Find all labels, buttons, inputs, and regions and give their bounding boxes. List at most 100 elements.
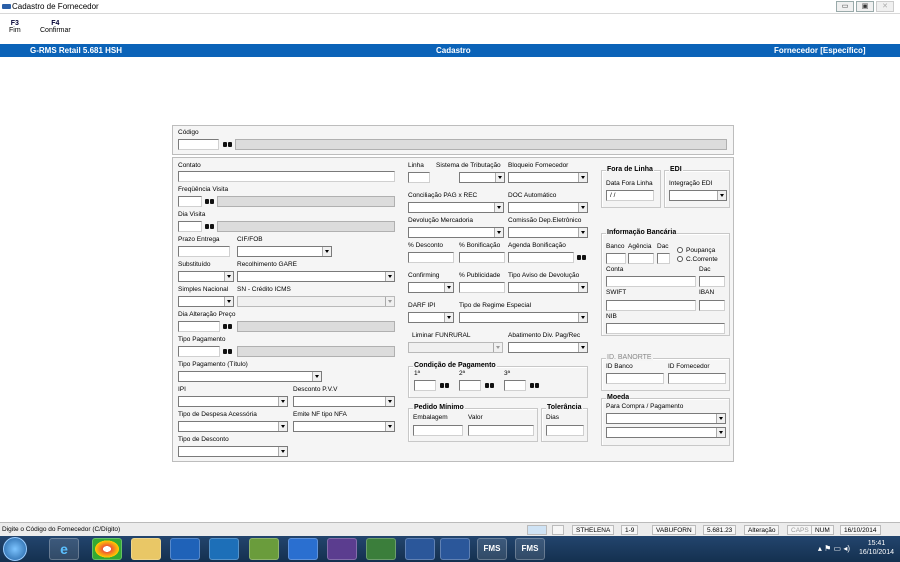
pct-bonif-input[interactable] [459, 252, 505, 263]
contato-input[interactable] [178, 171, 395, 182]
valor-input[interactable] [468, 425, 534, 436]
pct-public-input[interactable] [459, 282, 505, 293]
explorer-icon[interactable] [131, 538, 161, 560]
substituido-select[interactable] [178, 271, 234, 282]
abatimento-select[interactable] [508, 342, 588, 353]
dias-input[interactable] [546, 425, 584, 436]
moeda-pagamento-select[interactable] [606, 427, 726, 438]
conta-input[interactable] [606, 276, 696, 287]
chevron-down-icon[interactable] [385, 397, 394, 406]
chevron-down-icon[interactable] [224, 272, 233, 281]
regime-select[interactable] [459, 312, 588, 323]
pct-desconto-input[interactable] [408, 252, 454, 263]
chevron-down-icon[interactable] [385, 422, 394, 431]
dac2-input[interactable] [699, 276, 725, 287]
dia-visita-input[interactable] [178, 221, 202, 232]
banco-input[interactable] [606, 253, 626, 264]
conciliacao-select[interactable] [408, 202, 504, 213]
ie-icon[interactable]: e [49, 538, 79, 560]
darf-select[interactable] [408, 312, 454, 323]
despesa-select[interactable] [178, 421, 288, 432]
binoculars-search-icon[interactable] [223, 347, 233, 355]
tray-icons[interactable]: ▴ ⚑ ▭ ◂) [818, 544, 850, 553]
doc-auto-select[interactable] [508, 202, 588, 213]
comissao-select[interactable] [508, 227, 588, 238]
cif-fob-select[interactable] [237, 246, 332, 257]
data-fora-input[interactable]: / / [606, 190, 654, 201]
c1-input[interactable] [414, 380, 436, 391]
chevron-down-icon[interactable] [278, 422, 287, 431]
app-icon[interactable] [249, 538, 279, 560]
chevron-down-icon[interactable] [494, 228, 503, 237]
chrome-icon[interactable] [92, 538, 122, 560]
windows-start-icon[interactable] [3, 537, 27, 561]
app-icon[interactable] [366, 538, 396, 560]
chevron-down-icon[interactable] [578, 228, 587, 237]
f3-fim-button[interactable]: F3 Fim [9, 20, 21, 34]
chevron-down-icon[interactable] [578, 283, 587, 292]
chevron-down-icon[interactable] [494, 203, 503, 212]
dia-alteracao-input[interactable] [178, 321, 220, 332]
outlook-icon[interactable] [209, 538, 239, 560]
maximize-button[interactable]: ▣ [856, 1, 874, 12]
binoculars-search-icon[interactable] [485, 381, 495, 389]
linha-input[interactable] [408, 172, 430, 183]
simples-select[interactable] [178, 296, 234, 307]
embalagem-input[interactable] [413, 425, 463, 436]
chevron-down-icon[interactable] [578, 173, 587, 182]
chevron-down-icon[interactable] [444, 313, 453, 322]
tipo-pagamento-titulo-select[interactable] [178, 371, 322, 382]
desconto-pvv-select[interactable] [293, 396, 395, 407]
chevron-down-icon[interactable] [444, 283, 453, 292]
tipo-desconto-select[interactable] [178, 446, 288, 457]
gare-select[interactable] [237, 271, 395, 282]
ipi-select[interactable] [178, 396, 288, 407]
lync-icon[interactable] [288, 538, 318, 560]
sn-credito-select[interactable] [237, 296, 395, 307]
binoculars-search-icon[interactable] [440, 381, 450, 389]
f4-confirmar-button[interactable]: F4 Confirmar [40, 20, 71, 34]
chevron-down-icon[interactable] [716, 428, 725, 437]
prazo-input[interactable] [178, 246, 230, 257]
media-icon[interactable] [170, 538, 200, 560]
chevron-down-icon[interactable] [716, 414, 725, 423]
app-icon[interactable] [405, 538, 435, 560]
moeda-compra-select[interactable] [606, 413, 726, 424]
binoculars-search-icon[interactable] [530, 381, 540, 389]
word-icon[interactable] [440, 538, 470, 560]
iban-input[interactable] [699, 300, 725, 311]
agenda-bonif-input[interactable] [508, 252, 574, 263]
tipo-pagamento-input[interactable] [178, 346, 220, 357]
dac-input[interactable] [657, 253, 670, 264]
clock[interactable]: 15:41 16/10/2014 [859, 539, 894, 557]
ccorrente-radio[interactable] [677, 256, 683, 262]
id-fornec-input[interactable] [668, 373, 726, 384]
minimize-button[interactable]: ▭ [836, 1, 854, 12]
confirming-select[interactable] [408, 282, 454, 293]
chevron-down-icon[interactable] [278, 447, 287, 456]
aviso-dev-select[interactable] [508, 282, 588, 293]
binoculars-search-icon[interactable] [223, 322, 233, 330]
bloqueio-select[interactable] [508, 172, 588, 183]
codigo-input[interactable] [178, 139, 219, 150]
chevron-down-icon[interactable] [312, 372, 321, 381]
chevron-down-icon[interactable] [717, 191, 726, 200]
c3-input[interactable] [504, 380, 526, 391]
funrural-select[interactable] [408, 342, 503, 353]
chevron-down-icon[interactable] [578, 313, 587, 322]
frequencia-input[interactable] [178, 196, 202, 207]
emite-nf-select[interactable] [293, 421, 395, 432]
fms-task-button[interactable]: FMS [477, 538, 507, 560]
app-icon[interactable] [327, 538, 357, 560]
chevron-down-icon[interactable] [278, 397, 287, 406]
chevron-down-icon[interactable] [578, 343, 587, 352]
chevron-down-icon[interactable] [385, 272, 394, 281]
sist-trib-select[interactable] [459, 172, 505, 183]
binoculars-search-icon[interactable] [577, 253, 587, 261]
chevron-down-icon[interactable] [385, 297, 394, 306]
chevron-down-icon[interactable] [224, 297, 233, 306]
chevron-down-icon[interactable] [322, 247, 331, 256]
binoculars-search-icon[interactable] [223, 140, 233, 148]
devolucao-select[interactable] [408, 227, 504, 238]
binoculars-search-icon[interactable] [205, 197, 215, 205]
